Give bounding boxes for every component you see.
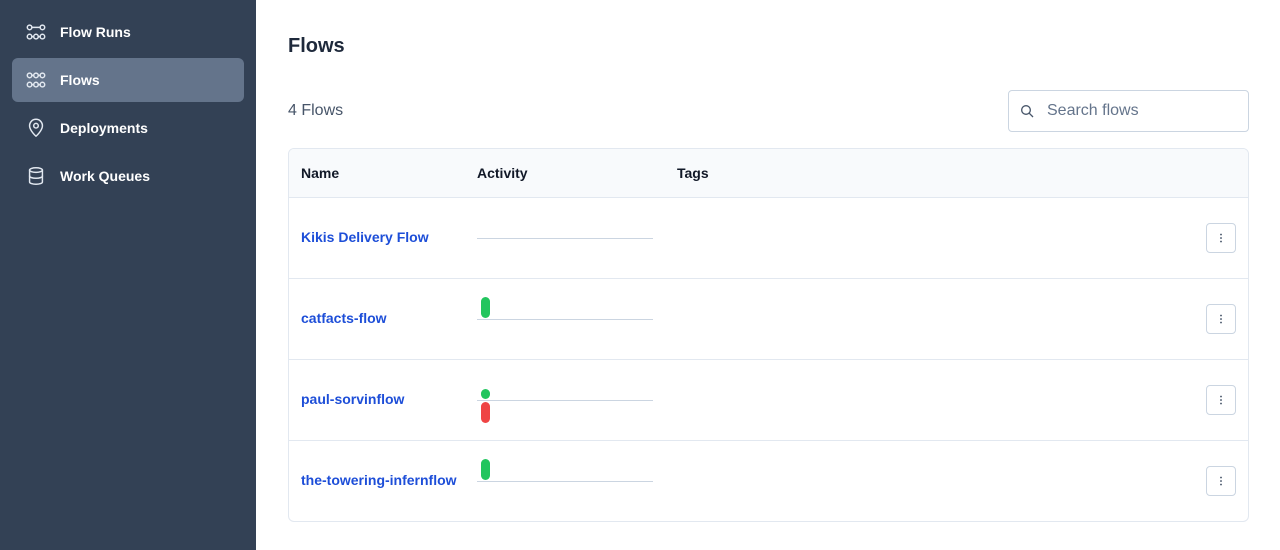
column-header-name: Name (301, 165, 340, 181)
table-row: catfacts-flow (289, 279, 1248, 360)
more-vertical-icon (1220, 395, 1222, 405)
activity-chart (477, 451, 653, 511)
activity-chart (477, 289, 653, 349)
sidebar-item-label: Work Queues (60, 168, 150, 184)
flow-name-link[interactable]: Kikis Delivery Flow (301, 229, 429, 245)
activity-baseline (477, 319, 653, 320)
row-menu-button[interactable] (1206, 223, 1236, 253)
flows-icon (24, 68, 48, 92)
column-header-activity: Activity (477, 165, 528, 181)
more-vertical-icon (1220, 314, 1222, 324)
flow-name-link[interactable]: the-towering-infernflow (301, 472, 457, 488)
table-row: the-towering-infernflow (289, 441, 1248, 521)
map-pin-icon (24, 116, 48, 140)
search-icon (1021, 105, 1034, 118)
activity-bar-completed[interactable] (481, 459, 490, 480)
flows-table: Name Activity Tags Kikis Delivery Flow c… (288, 148, 1249, 522)
activity-chart (477, 370, 653, 430)
sidebar-item-work-queues[interactable]: Work Queues (12, 154, 244, 198)
flow-runs-icon (24, 20, 48, 44)
table-row: paul-sorvinflow (289, 360, 1248, 441)
activity-baseline (477, 481, 653, 482)
column-header-tags: Tags (677, 165, 709, 181)
sidebar-item-label: Flows (60, 72, 100, 88)
activity-bar-completed[interactable] (481, 389, 490, 399)
table-header: Name Activity Tags (289, 149, 1248, 198)
row-menu-button[interactable] (1206, 466, 1236, 496)
table-row: Kikis Delivery Flow (289, 198, 1248, 279)
row-menu-button[interactable] (1206, 385, 1236, 415)
activity-bar-failed[interactable] (481, 402, 490, 423)
activity-baseline (477, 238, 653, 239)
sidebar-item-label: Deployments (60, 120, 148, 136)
search-input[interactable] (1047, 102, 1227, 120)
activity-chart (477, 208, 653, 268)
flow-count: 4 Flows (288, 102, 344, 119)
sidebar-item-deployments[interactable]: Deployments (12, 106, 244, 150)
database-icon (24, 164, 48, 188)
main-content: Flows 4 Flows Name Activity Tags Kikis D… (256, 0, 1280, 550)
more-vertical-icon (1220, 476, 1222, 486)
page-title: Flows (288, 35, 345, 57)
flow-name-link[interactable]: paul-sorvinflow (301, 391, 404, 407)
activity-baseline (477, 400, 653, 401)
toolbar: 4 Flows (288, 90, 1249, 132)
sidebar-item-label: Flow Runs (60, 24, 131, 40)
search-box[interactable] (1008, 90, 1249, 132)
flow-name-link[interactable]: catfacts-flow (301, 310, 387, 326)
sidebar-item-flows[interactable]: Flows (12, 58, 244, 102)
more-vertical-icon (1220, 233, 1222, 243)
activity-bar-completed[interactable] (481, 297, 490, 318)
row-menu-button[interactable] (1206, 304, 1236, 334)
sidebar-item-flow-runs[interactable]: Flow Runs (12, 10, 244, 54)
sidebar: Flow Runs Flows Deployments Work Queues (0, 0, 256, 550)
